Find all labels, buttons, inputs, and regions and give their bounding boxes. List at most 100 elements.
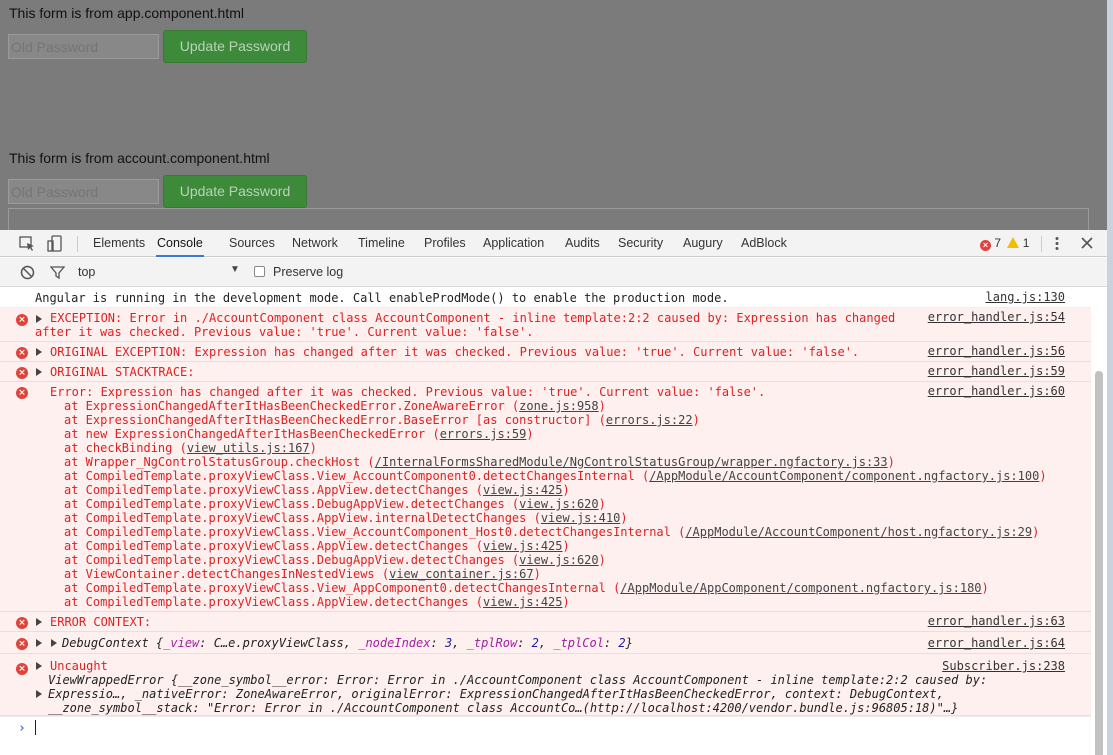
- stack-frame: at ViewContainer.detectChangesInNestedVi…: [64, 567, 541, 581]
- stack-frame-link[interactable]: view.js:620: [519, 497, 598, 511]
- old-password-input-1[interactable]: [8, 34, 159, 59]
- warning-icon: [1007, 237, 1020, 248]
- stack-frame-function: at CompiledTemplate.proxyViewClass.View_…: [64, 525, 686, 539]
- tab-network[interactable]: Network: [292, 230, 338, 257]
- stack-frame-link[interactable]: view.js:425: [483, 539, 562, 553]
- stack-frame-link[interactable]: errors.js:22: [606, 413, 693, 427]
- tab-audits[interactable]: Audits: [565, 230, 600, 257]
- close-icon[interactable]: [1078, 235, 1096, 252]
- context-selector[interactable]: top ▼: [78, 264, 243, 281]
- more-options-icon[interactable]: [1048, 235, 1066, 252]
- tab-elements[interactable]: Elements: [93, 230, 145, 257]
- uncaught-object-line: ViewWrappedError {__zone_symbol__error: …: [48, 673, 988, 687]
- expand-triangle-icon[interactable]: [36, 639, 42, 647]
- tab-augury[interactable]: Augury: [683, 230, 723, 257]
- stack-frame-function: at CompiledTemplate.proxyViewClass.View_…: [64, 581, 621, 595]
- object-value: 3: [444, 636, 453, 650]
- stack-frame-link[interactable]: /AppModule/AccountComponent/component.ng…: [649, 469, 1039, 483]
- debug-context-object[interactable]: DebugContext {_view: C…e.proxyViewClass,…: [62, 636, 633, 650]
- message-source-link[interactable]: error_handler.js:59: [928, 364, 1065, 378]
- stack-frame-link[interactable]: /AppModule/AccountComponent/host.ngfacto…: [685, 525, 1032, 539]
- device-toolbar-icon[interactable]: [47, 235, 65, 252]
- message-source-link[interactable]: error_handler.js:56: [928, 344, 1065, 358]
- error-counter[interactable]: × 7 1: [980, 236, 1029, 251]
- stack-frame-end: ): [562, 539, 570, 553]
- toolbar-separator: [1041, 236, 1042, 252]
- stack-frame-function: at CompiledTemplate.proxyViewClass.AppVi…: [64, 483, 484, 497]
- object-key: _view: [163, 636, 200, 650]
- stack-frame-link[interactable]: /AppModule/AppComponent/component.ngfact…: [620, 581, 981, 595]
- tab-console[interactable]: Console: [156, 230, 204, 257]
- desktop-edge: [1107, 0, 1113, 755]
- object-value: 2: [531, 636, 539, 650]
- clear-console-icon[interactable]: [20, 265, 35, 280]
- stack-frame: at CompiledTemplate.proxyViewClass.AppVi…: [64, 511, 628, 525]
- context-value: top: [78, 265, 96, 279]
- stack-frame: at CompiledTemplate.proxyViewClass.Debug…: [64, 553, 606, 567]
- stack-frame-link[interactable]: view_utils.js:167: [187, 441, 310, 455]
- message-source-link[interactable]: error_handler.js:64: [928, 636, 1065, 650]
- devtools-panel: Elements Console Sources Network Timelin…: [0, 230, 1107, 755]
- stack-frame-link[interactable]: errors.js:59: [440, 427, 527, 441]
- message-source-link[interactable]: Subscriber.js:238: [942, 659, 1065, 673]
- toolbar-separator: [77, 236, 78, 252]
- scrollbar-thumb[interactable]: [1095, 371, 1103, 755]
- stack-frame: at CompiledTemplate.proxyViewClass.View_…: [64, 525, 1039, 539]
- console-scrollbar[interactable]: [1095, 371, 1103, 755]
- stack-frame-link[interactable]: view.js:620: [519, 553, 598, 567]
- message-text: Angular is running in the development mo…: [35, 291, 729, 305]
- error-icon: ×: [16, 314, 28, 326]
- stack-frame-end: ): [533, 567, 541, 581]
- stack-frame-end: ): [887, 455, 895, 469]
- stack-frame: at CompiledTemplate.proxyViewClass.View_…: [64, 581, 989, 595]
- console-message-error: × Uncaught Subscriber.js:238 ViewWrapped…: [0, 654, 1091, 716]
- page-content-frame: [8, 208, 1089, 230]
- tab-security[interactable]: Security: [618, 230, 663, 257]
- preserve-log-checkbox[interactable]: [254, 266, 265, 277]
- stack-frame-end: ): [598, 497, 606, 511]
- message-source-link[interactable]: error_handler.js:54: [928, 310, 1065, 324]
- stack-frame-link[interactable]: view.js:410: [541, 511, 620, 525]
- update-password-button-1[interactable]: Update Password: [163, 30, 307, 63]
- stack-frame-end: ): [1039, 469, 1047, 483]
- stack-frame-end: ): [692, 413, 700, 427]
- expand-triangle-icon[interactable]: [36, 348, 42, 356]
- tab-profiles[interactable]: Profiles: [424, 230, 466, 257]
- expand-object-icon[interactable]: [51, 639, 57, 647]
- filter-icon[interactable]: [50, 265, 65, 280]
- console-prompt[interactable]: ›: [0, 716, 1091, 738]
- console-message-error: × ORIGINAL STACKTRACE: error_handler.js:…: [0, 362, 1091, 382]
- tab-timeline[interactable]: Timeline: [358, 230, 405, 257]
- update-password-button-2[interactable]: Update Password: [163, 175, 307, 208]
- console-message-error: × ERROR CONTEXT: error_handler.js:63: [0, 612, 1091, 632]
- message-source-link[interactable]: lang.js:130: [986, 290, 1065, 304]
- stack-frame-link[interactable]: view_container.js:67: [389, 567, 534, 581]
- stack-frame-link[interactable]: /InternalFormsSharedModule/NgControlStat…: [375, 455, 888, 469]
- tab-sources[interactable]: Sources: [229, 230, 275, 257]
- stack-frame-end: ): [598, 553, 606, 567]
- expand-object-icon[interactable]: [36, 690, 42, 698]
- tab-application[interactable]: Application: [483, 230, 544, 257]
- expand-triangle-icon[interactable]: [36, 368, 42, 376]
- message-source-link[interactable]: error_handler.js:60: [928, 384, 1065, 398]
- message-text: ORIGINAL STACKTRACE:: [50, 365, 195, 379]
- old-password-input-2[interactable]: [8, 179, 159, 204]
- error-count: 7: [994, 236, 1002, 250]
- stack-frame-link[interactable]: view.js:425: [483, 595, 562, 609]
- inspect-element-icon[interactable]: [18, 235, 36, 252]
- stack-frame-function: at ExpressionChangedAfterItHasBeenChecke…: [64, 413, 606, 427]
- uncaught-object-line: __zone_symbol__stack: "Error: Error in .…: [48, 701, 959, 715]
- console-message-error: × DebugContext {_view: C…e.proxyViewClas…: [0, 632, 1091, 654]
- stack-frame-end: ): [309, 441, 317, 455]
- expand-triangle-icon[interactable]: [36, 315, 42, 323]
- stack-frame: at checkBinding (view_utils.js:167): [64, 441, 317, 455]
- tab-adblock[interactable]: AdBlock: [741, 230, 787, 257]
- stack-frame-function: at CompiledTemplate.proxyViewClass.Debug…: [64, 553, 520, 567]
- message-source-link[interactable]: error_handler.js:63: [928, 614, 1065, 628]
- form1-title: This form is from app.component.html: [9, 5, 244, 21]
- expand-triangle-icon[interactable]: [36, 662, 42, 670]
- text-cursor: [35, 720, 36, 735]
- expand-triangle-icon[interactable]: [36, 618, 42, 626]
- stack-frame-link[interactable]: zone.js:958: [519, 399, 598, 413]
- stack-frame-link[interactable]: view.js:425: [483, 483, 562, 497]
